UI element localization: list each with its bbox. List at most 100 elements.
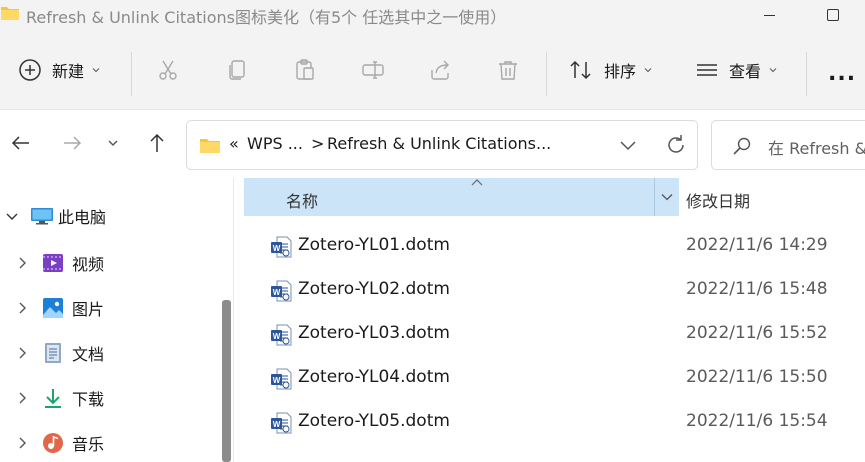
svg-text:W: W bbox=[273, 288, 281, 297]
new-label: 新建 bbox=[52, 62, 85, 81]
minimize-button[interactable] bbox=[746, 0, 792, 30]
file-name: Zotero-YL05.dotm bbox=[298, 411, 450, 431]
copy-icon bbox=[229, 60, 245, 80]
arrow-left-icon bbox=[11, 136, 29, 150]
folder-icon bbox=[200, 139, 220, 153]
search-input[interactable]: 在 Refresh & bbox=[768, 135, 865, 159]
chevron-down-icon bbox=[661, 194, 673, 201]
breadcrumb-item[interactable]: WPS ... bbox=[247, 134, 303, 153]
plus-circle-icon bbox=[19, 59, 41, 81]
chevron-down-icon[interactable] bbox=[619, 140, 637, 152]
file-row[interactable]: W Zotero-YL01.dotm 2022/11/6 14:29 bbox=[244, 224, 865, 268]
chevron-down-icon[interactable] bbox=[4, 208, 20, 224]
documents-icon bbox=[45, 343, 61, 363]
chevron-down-icon bbox=[108, 140, 118, 146]
toolbar-separator bbox=[546, 52, 547, 96]
tree-label: 文档 bbox=[72, 345, 105, 364]
delete-button[interactable] bbox=[496, 58, 520, 82]
share-icon bbox=[431, 60, 449, 80]
file-row[interactable]: W Zotero-YL02.dotm 2022/11/6 15:48 bbox=[244, 268, 865, 312]
view-button[interactable]: 查看 bbox=[695, 30, 777, 110]
tree-item-downloads[interactable]: 下载 bbox=[14, 378, 104, 418]
tree-label: 图片 bbox=[72, 300, 105, 319]
column-filter-button[interactable] bbox=[654, 178, 679, 216]
file-date: 2022/11/6 15:52 bbox=[686, 323, 828, 343]
tree-label: 此电脑 bbox=[58, 208, 107, 227]
tree-label: 下载 bbox=[72, 390, 105, 409]
svg-text:W: W bbox=[273, 332, 281, 341]
minimize-icon bbox=[763, 14, 775, 16]
chevron-right-icon[interactable] bbox=[14, 255, 30, 271]
toolbar-separator bbox=[131, 52, 132, 96]
copy-button[interactable] bbox=[225, 58, 249, 82]
maximize-icon bbox=[827, 9, 839, 21]
folder-icon bbox=[1, 7, 19, 20]
music-icon bbox=[43, 433, 63, 453]
maximize-button[interactable] bbox=[810, 0, 856, 30]
sort-icon bbox=[570, 60, 591, 80]
word-document-icon: W bbox=[271, 236, 292, 258]
file-list: 名称 修改日期 W Zotero-YL01.dotm 2022/11/6 14:29… bbox=[244, 178, 865, 462]
paste-icon bbox=[296, 59, 314, 80]
share-button[interactable] bbox=[428, 58, 452, 82]
breadcrumb-separator[interactable]: > bbox=[311, 134, 324, 153]
back-button[interactable] bbox=[6, 128, 36, 158]
up-button[interactable] bbox=[142, 128, 172, 158]
chevron-down-icon bbox=[769, 68, 777, 73]
breadcrumb-overflow[interactable]: « bbox=[229, 134, 239, 153]
column-name-label: 名称 bbox=[286, 192, 319, 211]
chevron-right-icon[interactable] bbox=[14, 345, 30, 361]
paste-button[interactable] bbox=[293, 58, 317, 82]
word-document-icon: W bbox=[271, 412, 292, 434]
file-row[interactable]: W Zotero-YL05.dotm 2022/11/6 15:54 bbox=[244, 400, 865, 444]
scroll-track bbox=[233, 178, 234, 462]
search-box[interactable]: 在 Refresh & bbox=[711, 120, 865, 170]
chevron-right-icon[interactable] bbox=[14, 300, 30, 316]
view-label: 查看 bbox=[729, 62, 762, 81]
word-document-icon: W bbox=[271, 368, 292, 390]
column-header-date[interactable]: 修改日期 bbox=[686, 188, 750, 212]
search-icon bbox=[733, 137, 751, 155]
window-title: Refresh & Unlink Citations图标美化（有5个 任选其中之… bbox=[26, 8, 507, 27]
file-date: 2022/11/6 15:54 bbox=[686, 411, 828, 431]
breadcrumb-item[interactable]: Refresh & Unlink Citations... bbox=[327, 134, 551, 153]
navigation-pane: 此电脑 视频 图片 文档 下载 音乐 bbox=[0, 178, 216, 462]
more-button[interactable]: ... bbox=[828, 60, 856, 88]
arrow-up-icon bbox=[150, 133, 164, 152]
command-bar: 新建 排序 查看 ... bbox=[0, 30, 865, 110]
tree-item-documents[interactable]: 文档 bbox=[14, 333, 104, 373]
tree-label: 音乐 bbox=[72, 435, 105, 454]
refresh-icon[interactable] bbox=[664, 133, 688, 157]
sort-button[interactable]: 排序 bbox=[568, 30, 652, 110]
chevron-down-icon bbox=[92, 68, 100, 73]
file-row[interactable]: W Zotero-YL04.dotm 2022/11/6 15:50 bbox=[244, 356, 865, 400]
sort-ascending-icon bbox=[471, 179, 483, 186]
pictures-icon bbox=[43, 298, 63, 318]
rename-button[interactable] bbox=[361, 58, 385, 82]
computer-icon bbox=[31, 208, 53, 225]
chevron-right-icon[interactable] bbox=[14, 390, 30, 406]
trash-icon bbox=[499, 61, 517, 80]
svg-text:W: W bbox=[273, 376, 281, 385]
tree-item-music[interactable]: 音乐 bbox=[14, 423, 104, 462]
new-button[interactable]: 新建 bbox=[18, 30, 100, 110]
address-row: « WPS ... > Refresh & Unlink Citations..… bbox=[0, 110, 865, 178]
tree-item-this-pc[interactable]: 此电脑 bbox=[4, 196, 106, 236]
chevron-right-icon[interactable] bbox=[14, 435, 30, 451]
recent-locations-button[interactable] bbox=[98, 128, 128, 158]
tree-item-pictures[interactable]: 图片 bbox=[14, 288, 104, 328]
column-header-name[interactable]: 名称 bbox=[244, 178, 679, 216]
tree-label: 视频 bbox=[72, 255, 105, 274]
file-name: Zotero-YL04.dotm bbox=[298, 367, 450, 387]
chevron-down-icon bbox=[644, 68, 652, 73]
address-bar[interactable]: « WPS ... > Refresh & Unlink Citations..… bbox=[186, 120, 698, 170]
cut-button[interactable] bbox=[156, 58, 180, 82]
forward-button[interactable] bbox=[57, 128, 87, 158]
cut-icon bbox=[159, 60, 177, 80]
nav-scrollbar[interactable] bbox=[222, 300, 231, 462]
file-date: 2022/11/6 14:29 bbox=[686, 235, 828, 255]
file-row[interactable]: W Zotero-YL03.dotm 2022/11/6 15:52 bbox=[244, 312, 865, 356]
toolbar-separator bbox=[806, 52, 807, 96]
svg-text:W: W bbox=[273, 420, 281, 429]
tree-item-videos[interactable]: 视频 bbox=[14, 243, 104, 283]
